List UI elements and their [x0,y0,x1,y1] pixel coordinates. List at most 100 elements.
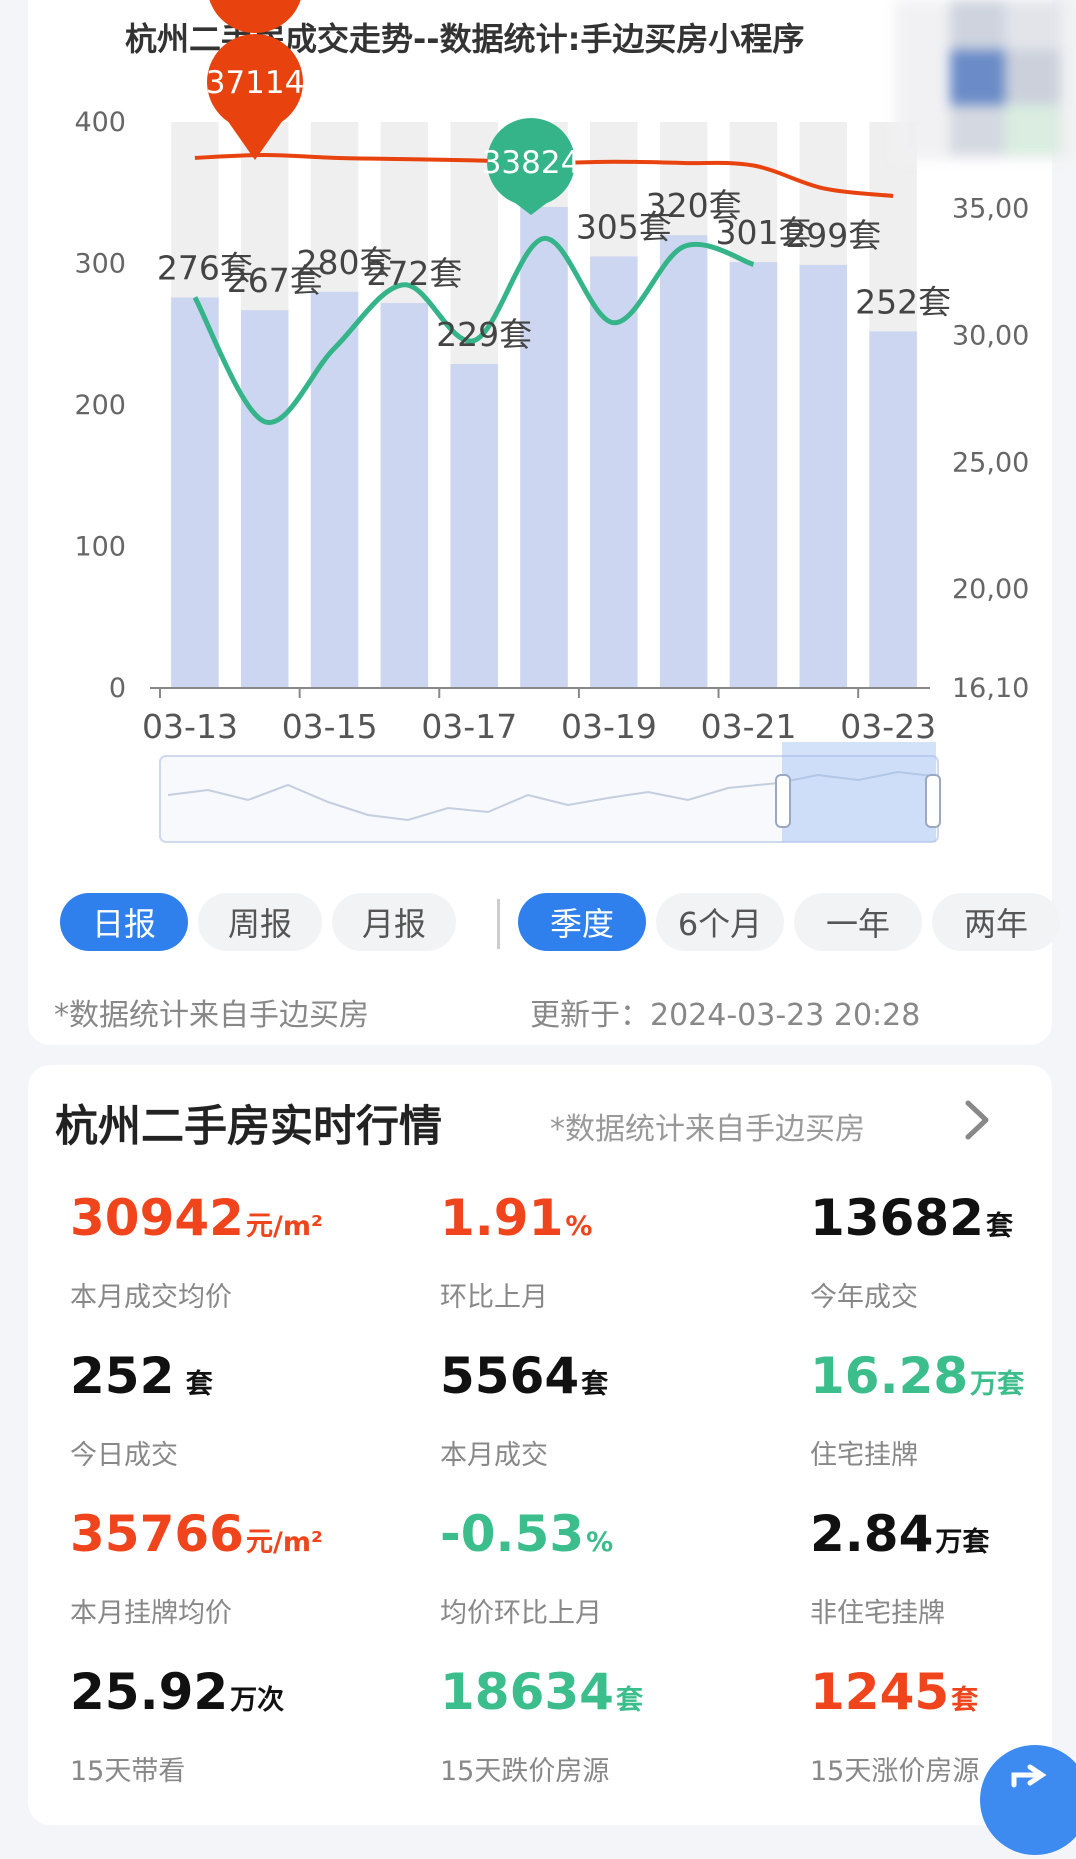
max-price-label: 37114 [206,65,305,101]
stat-unit: 套 [615,1685,643,1716]
tab-monthly[interactable]: 月报 [332,893,456,951]
stat-label: 今年成交 [810,1282,918,1313]
tab-two-years[interactable]: 两年 [932,893,1060,951]
bar-value-label: 229套 [436,315,532,354]
stat-unit: 套 [951,1685,979,1716]
stat-value: 1.91% [440,1188,740,1257]
x-axis-tick: 03-23 [840,707,936,746]
market-source-note: *数据统计来自手边买房 [550,1112,865,1147]
volume-bar[interactable] [240,310,289,688]
stat-number: 5564 [440,1347,580,1405]
stat-number: 252 [70,1347,175,1405]
stat-label: 环比上月 [440,1282,548,1313]
range-handle-right[interactable] [925,774,941,828]
stat-residential-listings: 16.28万套住宅挂牌 [810,1346,1076,1472]
stat-label: 本月挂牌均价 [70,1598,232,1629]
market-card: 杭州二手房实时行情 *数据统计来自手边买房 30942元/m² 本月成交均价 1.9… [28,1065,1052,1825]
stat-label: 住宅挂牌 [810,1440,918,1471]
bar-value-label: 252套 [855,282,951,321]
chart-source-note: *数据统计来自手边买房 [54,998,369,1033]
stat-today-deals: 252 套今日成交 [70,1346,370,1472]
chart-updated-time: 更新于：2024-03-23 20:28 [530,998,921,1033]
x-axis-tick: 03-15 [282,707,378,746]
market-title: 杭州二手房实时行情 [55,1102,442,1152]
stat-value: 5564套 [440,1346,740,1415]
min-price-label: 33824 [482,145,581,181]
stat-unit: 套 [581,1369,609,1400]
tab-daily[interactable]: 日报 [60,893,188,951]
chevron-right-icon[interactable] [958,1095,998,1145]
stat-unit: 套 [985,1211,1013,1242]
stat-number: 25.92 [70,1663,229,1721]
volume-bar[interactable] [450,363,498,688]
stat-monthly-deal-avg-price: 30942元/m² 本月成交均价 [70,1188,370,1314]
tab-one-year[interactable]: 一年 [794,893,922,951]
volume-bar[interactable] [380,303,429,688]
stat-unit: 元/m² [245,1527,323,1558]
stat-label: 15天跌价房源 [440,1756,610,1787]
stat-number: 30942 [70,1189,244,1247]
stat-label: 本月成交均价 [70,1282,232,1313]
range-handle-left[interactable] [775,774,791,828]
x-axis-tick: 03-21 [701,707,797,746]
stat-value: 252 套 [70,1346,370,1415]
stat-year-deals: 13682套今年成交 [810,1188,1076,1314]
x-axis-tick: 03-19 [561,707,657,746]
range-slider[interactable] [159,742,941,843]
left-axis-tick: 400 [74,107,126,138]
stat-value: 18634套 [440,1662,740,1731]
stat-number: 16.28 [810,1347,969,1405]
stat-number: 18634 [440,1663,614,1721]
volume-bar[interactable] [520,206,568,688]
stat-value: 16.28万套 [810,1346,1076,1415]
right-axis-tick: 16,10 [952,673,1029,704]
stat-value: -0.53% [440,1504,740,1573]
stat-label: 15天带看 [70,1756,186,1787]
volume-bar[interactable] [869,331,917,688]
stat-value: 25.92万次 [70,1662,370,1731]
stat-label: 本月成交 [440,1440,548,1471]
x-axis-tick: 03-13 [142,707,238,746]
right-axis-tick: 35,00 [952,194,1029,225]
right-axis-tick: 25,00 [952,447,1029,478]
stat-month-over-month-change: 1.91% 环比上月 [440,1188,740,1314]
stat-avg-price-mom-change: -0.53% 均价环比上月 [440,1504,740,1630]
stat-unit: 万次 [230,1685,285,1716]
stat-unit: % [586,1527,614,1558]
right-axis-tick: 30,00 [952,320,1029,351]
stat-value: 1245套 [810,1662,1076,1731]
tab-weekly[interactable]: 周报 [198,893,322,951]
stat-value: 35766元/m² [70,1504,370,1573]
stat-number: 1.91 [440,1189,564,1247]
bar-value-label: 272套 [366,254,462,293]
stat-unit: 万套 [935,1527,990,1558]
left-axis-tick: 300 [74,249,126,280]
stat-value: 13682套 [810,1188,1076,1257]
x-axis-tick: 03-17 [421,707,517,746]
stat-number: 1245 [810,1663,950,1721]
stat-15-day-viewings: 25.92万次 15天带看 [70,1662,370,1788]
volume-bar[interactable] [729,262,778,688]
left-axis-tick: 0 [109,673,126,704]
stat-monthly-listing-avg-price: 35766元/m² 本月挂牌均价 [70,1504,370,1630]
tab-6-months[interactable]: 6个月 [656,893,784,951]
stat-number: -0.53 [440,1505,585,1563]
tab-quarter[interactable]: 季度 [518,893,646,951]
volume-bar[interactable] [659,235,708,688]
stat-unit: 元/m² [245,1211,323,1242]
left-axis-tick: 200 [74,390,126,421]
left-axis-tick: 100 [74,532,126,563]
stat-label: 非住宅挂牌 [810,1598,945,1629]
stat-15-day-price-drops: 18634套 15天跌价房源 [440,1662,740,1788]
stat-label: 今日成交 [70,1440,178,1471]
stat-unit: 套 [176,1369,213,1400]
stat-unit: % [565,1211,593,1242]
blurred-avatar [895,0,1076,160]
stat-value: 2.84万套 [810,1504,1076,1573]
volume-bar[interactable] [171,297,219,688]
share-button[interactable] [980,1745,1076,1855]
volume-bar[interactable] [799,264,848,688]
stat-number: 13682 [810,1189,984,1247]
stat-month-deals: 5564套本月成交 [440,1346,740,1472]
bar-value-label: 299套 [785,216,881,255]
